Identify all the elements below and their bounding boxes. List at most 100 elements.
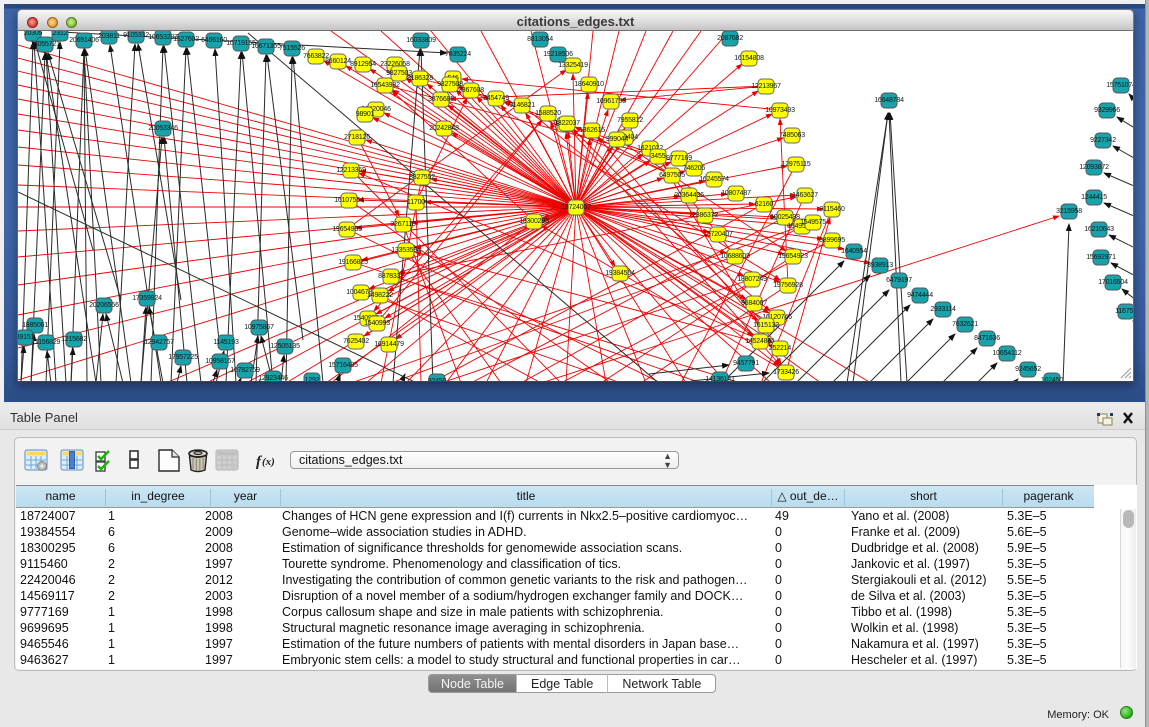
svg-text:8827552: 8827552 xyxy=(409,174,435,181)
svg-text:16671355: 16671355 xyxy=(251,43,281,50)
svg-text:20206556: 20206556 xyxy=(89,302,119,309)
svg-text:6479197: 6479197 xyxy=(886,277,912,284)
svg-text:9146821: 9146821 xyxy=(509,102,535,109)
svg-text:12975115: 12975115 xyxy=(781,161,810,168)
svg-text:10973493: 10973493 xyxy=(765,107,795,114)
svg-text:17016504: 17016504 xyxy=(1098,279,1128,286)
svg-text:18724007: 18724007 xyxy=(561,204,591,211)
svg-text:14055721: 14055721 xyxy=(30,41,60,48)
svg-text:20364436: 20364436 xyxy=(674,192,704,199)
svg-text:8878332: 8878332 xyxy=(378,273,404,280)
svg-text:9457791: 9457791 xyxy=(733,360,759,367)
svg-text:2386372: 2386372 xyxy=(692,212,718,219)
svg-text:8660124: 8660124 xyxy=(325,58,351,65)
svg-text:62160: 62160 xyxy=(755,201,774,208)
svg-text:9105332: 9105332 xyxy=(123,32,149,39)
svg-text:16961758: 16961758 xyxy=(596,98,626,105)
svg-text:8912954: 8912954 xyxy=(350,61,376,68)
svg-text:116753: 116753 xyxy=(1115,308,1134,315)
svg-text:8938913: 8938913 xyxy=(867,262,893,269)
svg-text:1733426: 1733426 xyxy=(773,369,799,376)
svg-text:98901: 98901 xyxy=(356,111,375,118)
svg-text:1145193: 1145193 xyxy=(213,339,239,346)
svg-text:10688609: 10688609 xyxy=(720,253,750,260)
svg-text:15751074: 15751074 xyxy=(1106,82,1134,89)
svg-text:15716485: 15716485 xyxy=(328,362,358,369)
svg-text:19654985: 19654985 xyxy=(332,226,362,233)
svg-text:746206: 746206 xyxy=(683,165,705,172)
svg-text:9227342: 9227342 xyxy=(1090,137,1116,144)
svg-text:9684067: 9684067 xyxy=(741,300,767,307)
svg-text:9115460: 9115460 xyxy=(819,206,845,213)
svg-text:18300295: 18300295 xyxy=(519,218,549,225)
svg-text:3876685: 3876685 xyxy=(428,96,454,103)
svg-text:15692971: 15692971 xyxy=(1086,254,1116,261)
svg-text:7955812: 7955812 xyxy=(617,117,643,124)
svg-text:16914479: 16914479 xyxy=(374,341,404,348)
svg-text:8471636: 8471636 xyxy=(974,335,1000,342)
svg-text:12213369: 12213369 xyxy=(336,167,366,174)
svg-text:16107554: 16107554 xyxy=(334,197,364,204)
svg-text:1215682: 1215682 xyxy=(61,336,87,343)
svg-text:6497505: 6497505 xyxy=(659,172,685,179)
svg-text:14524861: 14524861 xyxy=(745,338,775,345)
svg-text:20691406: 20691406 xyxy=(69,37,99,44)
svg-text:1527602: 1527602 xyxy=(173,36,199,43)
svg-text:17359924: 17359924 xyxy=(132,295,162,302)
svg-text:(x): (x) xyxy=(262,456,275,468)
svg-text:6466160: 6466160 xyxy=(201,37,227,44)
svg-text:1640954: 1640954 xyxy=(841,248,867,255)
svg-text:14136141: 14136141 xyxy=(705,376,735,382)
svg-text:9474444: 9474444 xyxy=(907,292,933,299)
svg-text:9329966: 9329966 xyxy=(1094,107,1120,114)
svg-text:16543982: 16543982 xyxy=(370,82,400,89)
svg-text:12093872: 12093872 xyxy=(1079,164,1109,171)
svg-text:2312: 2312 xyxy=(53,31,68,37)
svg-text:3215958: 3215958 xyxy=(1056,208,1082,215)
svg-text:9245652: 9245652 xyxy=(1015,366,1041,373)
svg-text:7835224: 7835224 xyxy=(445,51,471,58)
svg-text:16648784: 16648784 xyxy=(874,97,904,104)
svg-text:203811: 203811 xyxy=(98,33,120,40)
svg-text:92450: 92450 xyxy=(428,378,447,382)
svg-text:8454749: 8454749 xyxy=(483,95,509,102)
svg-text:12213967: 12213967 xyxy=(751,83,781,90)
svg-text:7485063: 7485063 xyxy=(779,132,805,139)
svg-text:20053346: 20053346 xyxy=(148,125,178,132)
svg-text:19756928: 19756928 xyxy=(773,282,803,289)
svg-text:1549575: 1549575 xyxy=(800,219,826,226)
svg-text:19654923: 19654923 xyxy=(778,253,808,260)
svg-text:20305: 20305 xyxy=(24,31,43,37)
svg-text:16245574: 16245574 xyxy=(699,176,729,183)
svg-text:2718126: 2718126 xyxy=(344,134,370,141)
svg-text:10807487: 10807487 xyxy=(721,190,751,197)
svg-text:12923446: 12923446 xyxy=(258,375,288,382)
svg-text:999044: 999044 xyxy=(606,136,628,143)
svg-text:7515526: 7515526 xyxy=(279,45,305,52)
svg-text:1498222: 1498222 xyxy=(367,292,393,299)
svg-text:3455: 3455 xyxy=(651,153,666,160)
svg-text:19384554: 19384554 xyxy=(605,270,635,277)
svg-text:10975867: 10975867 xyxy=(244,324,274,331)
svg-text:2367608: 2367608 xyxy=(458,87,484,94)
svg-text:13353594: 13353594 xyxy=(391,247,421,254)
svg-text:12505135: 12505135 xyxy=(270,343,300,350)
svg-text:7632621: 7632621 xyxy=(952,321,978,328)
svg-text:16033809: 16033809 xyxy=(406,37,436,44)
svg-text:1322037: 1322037 xyxy=(554,120,580,127)
svg-text:15720407: 15720407 xyxy=(703,231,733,238)
svg-text:6899695: 6899695 xyxy=(819,237,845,244)
svg-text:8813054: 8813054 xyxy=(527,36,553,43)
svg-text:1540993: 1540993 xyxy=(364,320,390,327)
svg-text:1463627: 1463627 xyxy=(792,192,818,199)
svg-text:1588520: 1588520 xyxy=(535,110,561,117)
svg-text:7625402: 7625402 xyxy=(343,338,369,345)
svg-text:16782759: 16782759 xyxy=(230,367,260,374)
svg-text:20242848: 20242848 xyxy=(429,125,459,132)
svg-text:11700: 11700 xyxy=(407,199,425,206)
svg-text:1292: 1292 xyxy=(305,377,320,382)
svg-text:1615132: 1615132 xyxy=(753,322,779,329)
svg-text:11156829: 11156829 xyxy=(32,339,61,346)
svg-text:16210643: 16210643 xyxy=(1084,226,1114,233)
svg-text:2087682: 2087682 xyxy=(717,35,743,42)
